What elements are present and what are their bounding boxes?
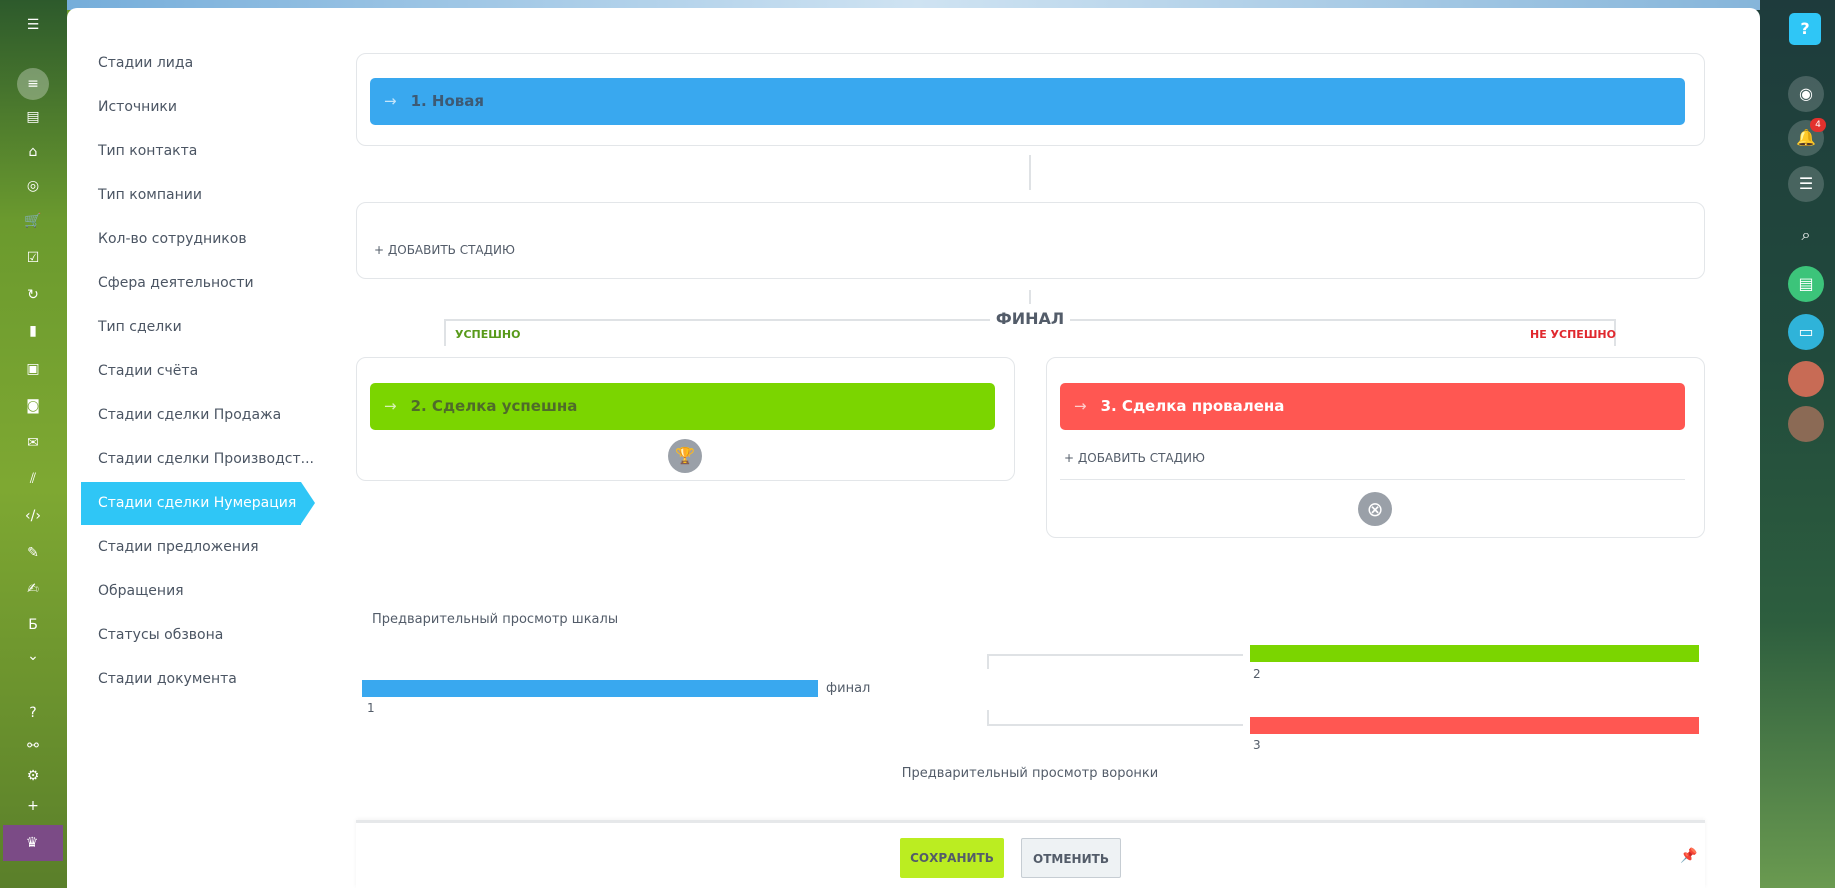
tasks-icon[interactable]: ▤ [22,106,44,128]
pin-icon[interactable]: 📌 [1680,848,1697,864]
connector [1029,290,1031,304]
upgrade-button[interactable]: ♛ [3,825,63,861]
help-icon[interactable]: ? [22,702,44,724]
chart-icon[interactable]: ▮ [22,320,44,342]
funnel-preview-title: Предварительный просмотр воронки [901,766,1159,781]
sitemap-icon[interactable]: ⚯ [22,735,44,757]
add-stage-box [356,202,1705,279]
mail-icon[interactable]: ✉ [22,432,44,454]
fail-label: НЕ УСПЕШНО [1530,328,1616,341]
funnel-bracket [987,710,1243,726]
sidebar-item[interactable]: Сфера деятельности [98,275,254,291]
sidebar-item[interactable]: Кол-во сотрудников [98,231,247,247]
sidebar-item[interactable]: Тип компании [98,187,202,203]
close-circle-icon: ⊗ [1358,492,1392,526]
success-label: УСПЕШНО [455,328,521,341]
sign-icon[interactable]: ✍ [22,578,44,600]
trophy-icon: 🏆 [668,439,702,473]
left-app-bar: ☰ ≡ ▤ ⌂ ◎ 🛒 ☑ ↻ ▮ ▣ ◙ ✉ ⫽ ‹/› ✎ ✍ Б ⌄ ? … [0,0,67,888]
marketplace-icon[interactable]: ⫽ [22,468,44,490]
edit-icon[interactable]: ✎ [22,542,44,564]
cart-icon[interactable]: 🛒 [22,210,44,232]
connector [1029,155,1031,190]
sidebar-item[interactable]: Тип сделки [98,319,182,335]
news-icon[interactable]: ▤ [1788,266,1824,302]
sidebar-item[interactable]: Стадии сделки Продажа [98,407,281,423]
company-icon[interactable]: ⌂ [22,141,44,163]
divider [1060,479,1685,480]
gear-icon[interactable]: ⚙ [22,765,44,787]
avatar[interactable] [1788,361,1824,397]
letter-b-icon[interactable]: Б [22,614,44,636]
stage-item-success[interactable]: → 2. Сделка успешна [370,383,995,430]
chevron-down-icon[interactable]: ⌄ [22,645,44,667]
menu-icon[interactable]: ☰ [22,14,44,36]
sidebar-item[interactable]: Стадии счёта [98,363,198,379]
chat-icon[interactable]: ☰ [1788,166,1824,202]
stage-item-new[interactable]: → 1. Новая [370,78,1685,125]
sidebar-item[interactable]: Обращения [98,583,184,599]
filter-icon[interactable]: ≡ [17,68,49,100]
right-app-bar: ? ◉ 🔔 4 ☰ ⌕ ▤ ▭ [1760,0,1835,888]
crm-icon[interactable]: ◉ [1788,76,1824,112]
cancel-button[interactable]: ОТМЕНИТЬ [1021,838,1121,878]
add-stage-button[interactable]: + ДОБАВИТЬ СТАДИЮ [374,243,515,257]
sidebar-item[interactable]: Стадии сделки Нумерация [81,482,315,525]
sidebar-item[interactable]: Источники [98,99,177,115]
search-icon[interactable]: ⌕ [1788,217,1824,253]
final-text: финал [826,681,871,696]
notifications-badge: 4 [1810,118,1826,132]
stage-label: 1. Новая [410,92,485,110]
add-stage-button[interactable]: + ДОБАВИТЬ СТАДИЮ [1064,451,1205,465]
crown-icon: ♛ [25,835,39,851]
sidebar-item[interactable]: Стадии документа [98,671,237,687]
save-button[interactable]: СОХРАНИТЬ [900,838,1004,878]
stage-label: 2. Сделка успешна [410,397,578,415]
scale-bar-1 [362,680,818,697]
scale-number: 1 [367,701,375,715]
code-icon[interactable]: ‹/› [22,505,44,527]
contact-card-icon[interactable]: ▣ [22,358,44,380]
sidebar-item[interactable]: Тип контакта [98,143,197,159]
checklist-icon[interactable]: ☑ [22,247,44,269]
sidebar-item[interactable]: Статусы обзвона [98,627,223,643]
final-label: ФИНАЛ [990,309,1070,328]
stage-item-fail[interactable]: → 3. Сделка провалена [1060,383,1685,430]
help-button[interactable]: ? [1789,13,1821,45]
arrow-icon: → [384,397,397,415]
arrow-icon: → [384,92,397,110]
target-icon[interactable]: ◎ [22,175,44,197]
avatar[interactable] [1788,406,1824,442]
plus-icon[interactable]: + [22,795,44,817]
robot-icon[interactable]: ◙ [22,395,44,417]
scale-bar-2 [1250,645,1699,662]
cycle-icon[interactable]: ↻ [22,284,44,306]
scale-bar-3 [1250,717,1699,734]
scale-number: 3 [1253,738,1261,752]
arrow-icon: → [1074,397,1087,415]
funnel-bracket [987,654,1243,669]
sidebar-item[interactable]: Стадии сделки Производст... [98,451,314,467]
sidebar-item[interactable]: Стадии предложения [98,539,259,555]
stage-label: 3. Сделка провалена [1100,397,1285,415]
messages-icon[interactable]: ▭ [1788,314,1824,350]
sidebar-item[interactable]: Стадии лида [98,55,193,71]
scale-preview-title: Предварительный просмотр шкалы [372,612,619,627]
scale-number: 2 [1253,667,1261,681]
